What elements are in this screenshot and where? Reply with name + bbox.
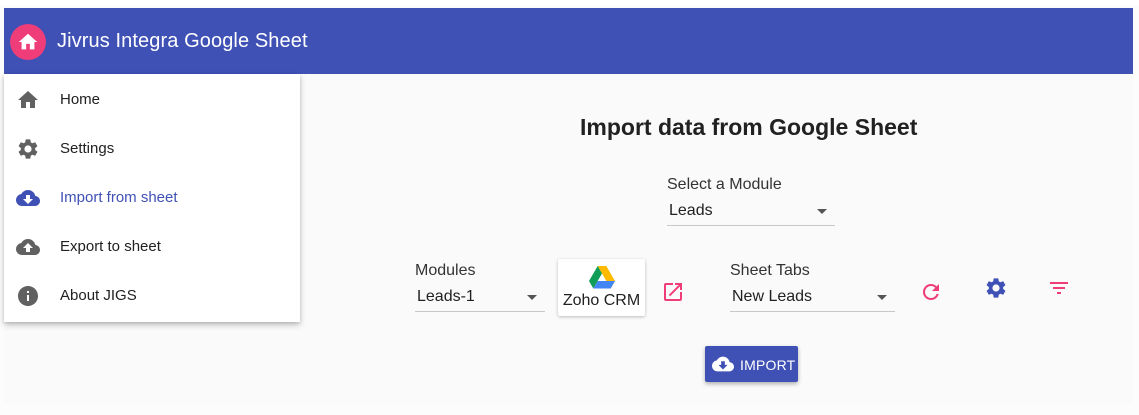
sheet-settings-button[interactable] [984, 276, 1008, 300]
sidebar-item-export-to-sheet[interactable]: Export to sheet [4, 222, 300, 271]
modules-select[interactable]: Leads-1 [415, 283, 545, 312]
dropdown-arrow-icon [877, 295, 887, 300]
sidebar-item-label: Settings [60, 140, 115, 157]
page-title: Import data from Google Sheet [580, 114, 918, 140]
module-select-label: Select a Module [667, 176, 782, 193]
modules-select-value: Leads-1 [417, 288, 475, 305]
sheet-tabs-value: New Leads [732, 288, 813, 305]
refresh-button[interactable] [919, 280, 943, 304]
dropdown-arrow-icon [527, 295, 537, 300]
sidebar-item-about-jigs[interactable]: About JIGS [4, 271, 300, 320]
open-external-button[interactable] [661, 280, 685, 304]
home-icon [18, 91, 38, 108]
modules-select-label: Modules [415, 262, 476, 279]
dropdown-arrow-icon [817, 209, 827, 214]
gear-icon [18, 139, 38, 159]
sidebar-item-home[interactable]: Home [4, 75, 300, 124]
navigation-drawer: Home Settings Import from sheet Export t… [4, 74, 300, 322]
app-bar: Jivrus Integra Google Sheet [4, 8, 1133, 74]
module-select[interactable]: Leads [667, 197, 835, 226]
info-icon [18, 286, 38, 306]
sidebar-item-label: About JIGS [60, 287, 137, 304]
cloud-download-icon [712, 356, 734, 372]
import-button-label: IMPORT [740, 357, 796, 373]
import-button[interactable]: IMPORT [705, 346, 798, 382]
sidebar-item-label: Import from sheet [60, 189, 178, 206]
filter-button[interactable] [1047, 276, 1071, 300]
cloud-upload-icon [16, 239, 40, 255]
zoho-crm-card[interactable]: Zoho CRM [558, 259, 645, 316]
home-button[interactable] [10, 24, 46, 60]
app-title: Jivrus Integra Google Sheet [57, 30, 308, 52]
zoho-crm-label: Zoho CRM [562, 292, 641, 309]
module-select-value: Leads [669, 202, 713, 219]
sidebar-item-import-from-sheet[interactable]: Import from sheet [4, 173, 300, 222]
gear-icon [986, 278, 1006, 298]
open-in-new-icon [664, 283, 682, 301]
sidebar-item-settings[interactable]: Settings [4, 124, 300, 173]
google-drive-icon [589, 266, 615, 289]
home-icon [18, 33, 38, 50]
window-top-edge [0, 0, 1139, 6]
sidebar-item-label: Export to sheet [60, 238, 161, 255]
sheet-tabs-select[interactable]: New Leads [730, 283, 895, 312]
refresh-icon [922, 283, 939, 300]
filter-icon [1050, 282, 1068, 294]
sheet-tabs-label: Sheet Tabs [730, 262, 810, 279]
cloud-download-icon [16, 190, 40, 206]
sidebar-item-label: Home [60, 91, 101, 108]
